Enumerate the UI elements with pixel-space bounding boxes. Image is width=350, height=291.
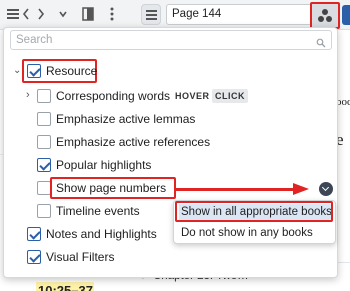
search-input[interactable] xyxy=(10,30,332,50)
chevron-right-icon[interactable] xyxy=(36,5,46,23)
chevron-down-icon[interactable]: ⌄ xyxy=(13,65,21,76)
submenu-option-do-not-show[interactable]: Do not show in any books xyxy=(179,225,331,243)
left-toolbar xyxy=(0,0,138,30)
reader-text-fragment: ood xyxy=(336,96,350,108)
chevron-down-icon[interactable] xyxy=(58,5,68,23)
visual-filters-label: Visual Filters xyxy=(46,250,115,264)
show-page-numbers-label: Show page numbers xyxy=(56,181,167,195)
hamburger-icon[interactable] xyxy=(6,5,20,23)
reader-menu-button[interactable] xyxy=(141,4,161,25)
popular-highlights-label: Popular highlights xyxy=(56,158,152,172)
show-page-numbers-checkbox[interactable] xyxy=(37,181,51,195)
hover-tag: HOVER xyxy=(175,91,210,101)
annotation-arrow-head xyxy=(293,183,309,195)
resource-checkbox[interactable] xyxy=(27,64,41,78)
columns-icon[interactable] xyxy=(82,5,94,23)
time-label: 10:25–37 xyxy=(36,282,94,291)
multi-dot-icon[interactable] xyxy=(310,2,340,29)
notes-highlights-checkbox[interactable] xyxy=(27,227,41,241)
edge-tab[interactable] xyxy=(342,5,350,25)
notes-highlights-label: Notes and Highlights xyxy=(46,227,157,241)
chevron-left-icon[interactable] xyxy=(21,5,31,23)
timeline-events-checkbox[interactable] xyxy=(37,204,51,218)
emphasize-references-checkbox[interactable] xyxy=(37,135,51,149)
chevron-right-icon[interactable]: › xyxy=(26,89,30,101)
search-icon xyxy=(316,35,326,48)
click-tag: CLICK xyxy=(212,89,248,103)
page-number-field[interactable]: Page 144 xyxy=(166,4,316,25)
expand-options-button[interactable] xyxy=(319,182,333,196)
corresponding-words-checkbox[interactable] xyxy=(37,89,51,103)
resource-label: Resource xyxy=(46,64,98,78)
annotation-arrow xyxy=(175,188,295,191)
visual-filters-checkbox[interactable] xyxy=(27,250,41,264)
annotation-highlight xyxy=(175,201,333,222)
emphasize-references-label: Emphasize active references xyxy=(56,135,211,149)
corresponding-words-label: Corresponding words xyxy=(56,89,171,103)
timeline-events-label: Timeline events xyxy=(56,204,140,218)
emphasize-lemmas-checkbox[interactable] xyxy=(37,112,51,126)
more-vertical-icon[interactable] xyxy=(108,5,116,23)
emphasize-lemmas-label: Emphasize active lemmas xyxy=(56,112,196,126)
popular-highlights-checkbox[interactable] xyxy=(37,158,51,172)
